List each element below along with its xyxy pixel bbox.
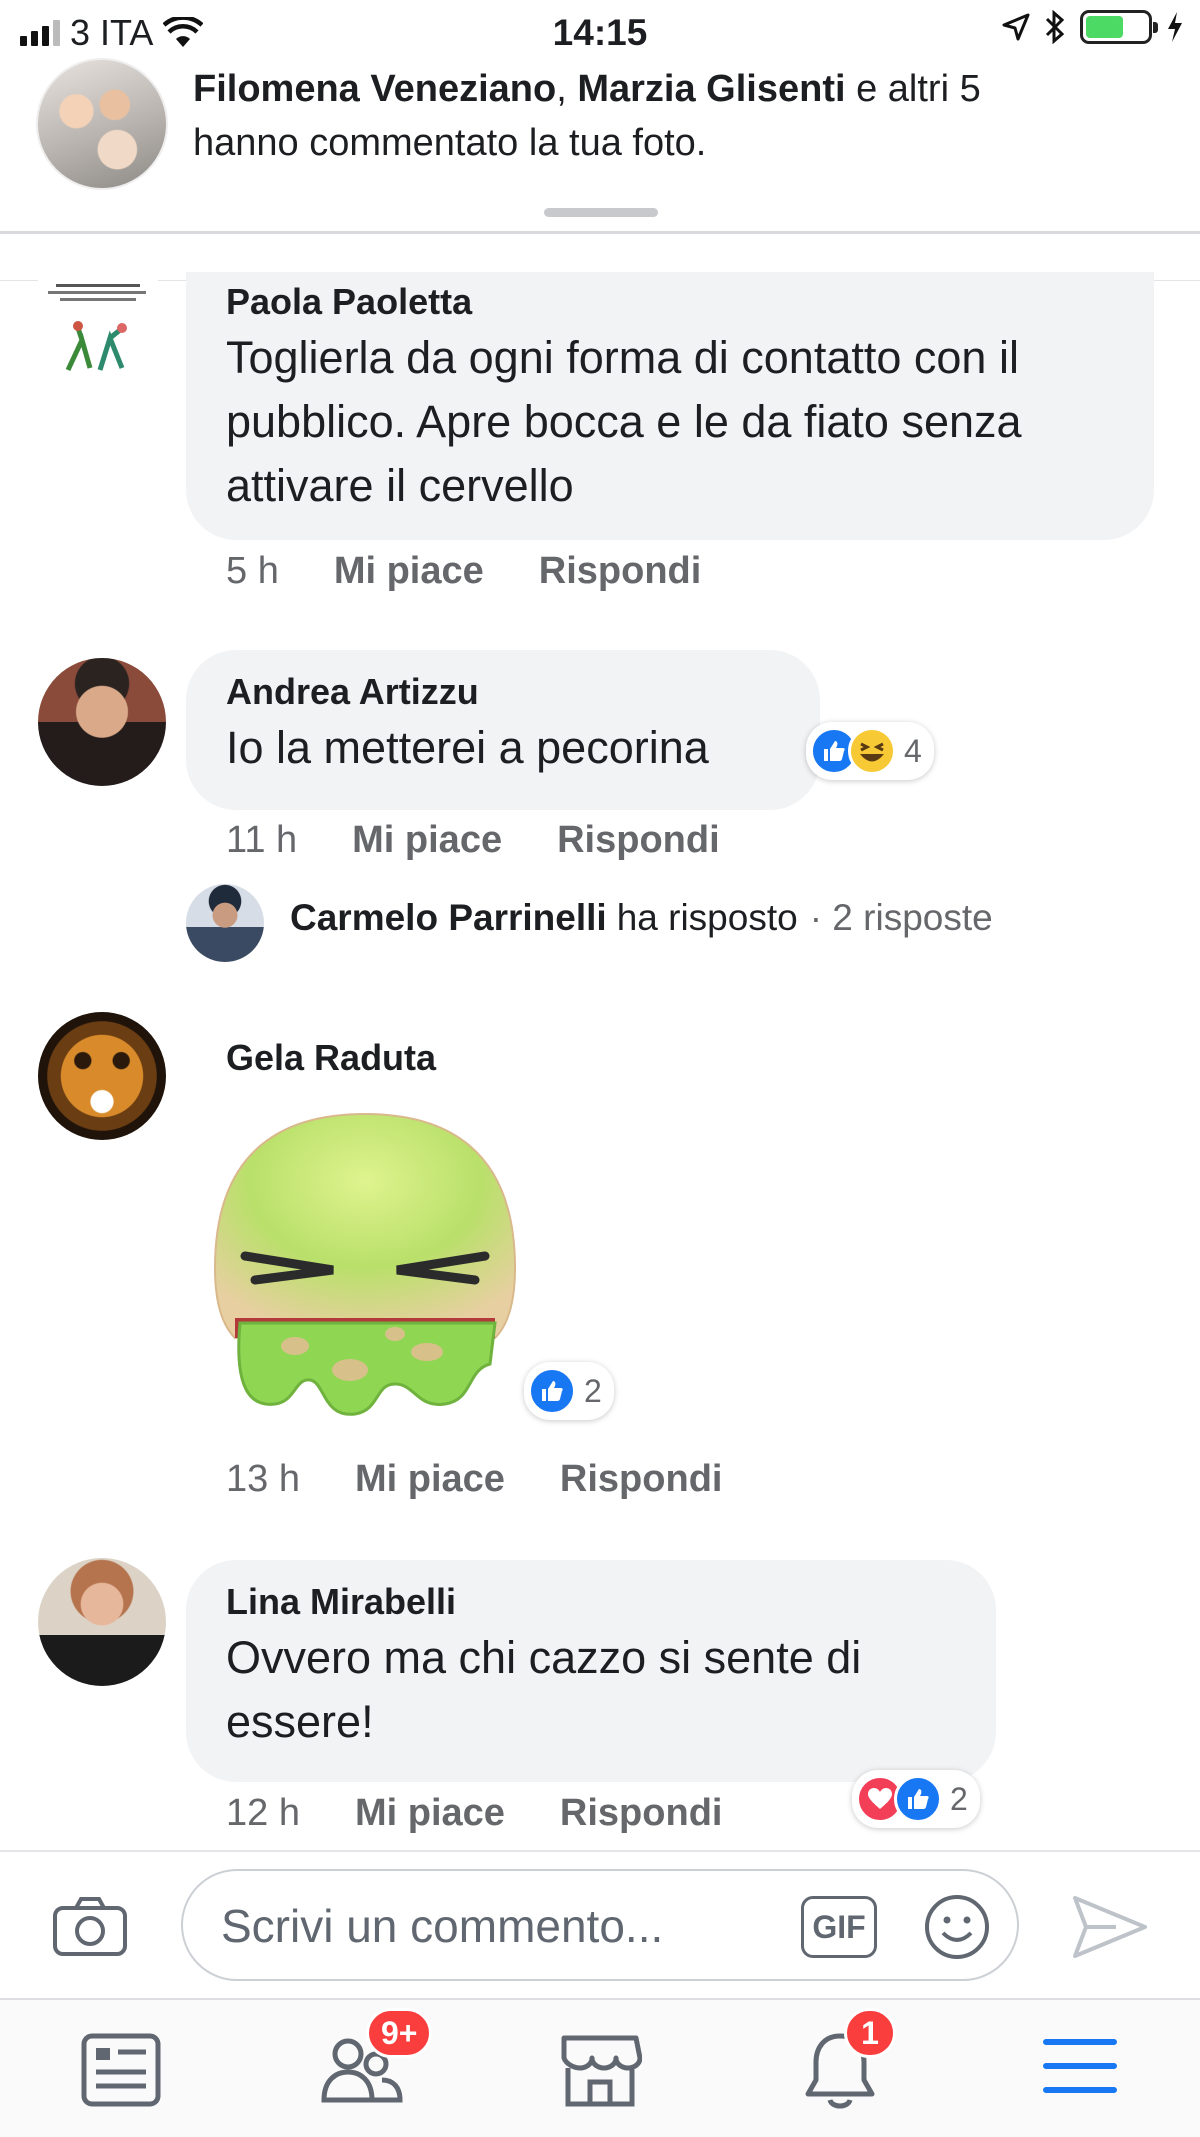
replies-summary-link[interactable]: Carmelo Parrinelli ha risposto · 2 rispo… — [290, 897, 993, 939]
comment-input[interactable] — [221, 1891, 761, 1961]
comment-actions: 13 h Mi piace Rispondi — [226, 1458, 777, 1501]
notification-name-2: Marzia Glisenti — [577, 68, 846, 110]
comment-actions: 12 h Mi piace Rispondi — [226, 1792, 777, 1835]
comment-input-box[interactable]: GIF — [181, 1869, 1019, 1981]
tab-news-feed[interactable] — [80, 2030, 170, 2120]
charging-bolt-icon — [1168, 12, 1182, 42]
cartoon-avatar-icon — [48, 284, 146, 372]
comment-actions: 11 h Mi piace Rispondi — [226, 819, 775, 862]
like-button[interactable]: Mi piace — [352, 819, 502, 862]
haha-reaction-icon — [848, 727, 896, 775]
reaction-count: 2 — [584, 1372, 602, 1409]
comment-author[interactable]: Gela Raduta — [226, 1036, 436, 1080]
notifications-badge: 1 — [844, 2008, 896, 2058]
camera-icon[interactable] — [52, 1895, 128, 1957]
status-right — [1002, 10, 1184, 44]
comment-author[interactable]: Paola Paoletta — [226, 280, 1114, 324]
tab-friend-requests[interactable]: 9+ — [318, 2008, 433, 2120]
menu-icon — [1043, 2039, 1117, 2093]
notification-separator: , — [556, 68, 578, 110]
reply-verb: ha risposto — [616, 897, 798, 938]
comment-time: 12 h — [226, 1792, 300, 1834]
tab-menu[interactable] — [1040, 2030, 1130, 2120]
comment-time: 13 h — [226, 1458, 300, 1500]
tab-notifications[interactable]: 1 — [804, 2008, 896, 2120]
comment-bubble-paola[interactable]: Paola Paoletta Toglierla da ogni forma d… — [186, 272, 1154, 540]
tab-marketplace[interactable] — [558, 2030, 648, 2120]
vomiting-face-sticker[interactable] — [205, 1108, 525, 1428]
battery-icon — [1080, 10, 1158, 44]
avatar-lina-mirabelli[interactable] — [38, 1558, 166, 1686]
like-reaction-icon — [894, 1775, 942, 1823]
reaction-summary[interactable]: 2 — [524, 1362, 614, 1420]
like-button[interactable]: Mi piace — [355, 1458, 505, 1501]
drag-handle[interactable] — [544, 208, 658, 217]
reaction-summary[interactable]: 2 — [852, 1770, 980, 1828]
bluetooth-icon — [1045, 10, 1065, 44]
comment-text: Toglierla da ogni forma di contatto con … — [226, 332, 1022, 511]
avatar-andrea-artizzu[interactable] — [38, 658, 166, 786]
comment-text: Ovvero ma chi cazzo si sente di essere! — [226, 1632, 862, 1747]
comment-notification-banner[interactable]: Filomena Veneziano, Marzia Glisenti e al… — [0, 48, 1200, 234]
reply-button[interactable]: Rispondi — [560, 1792, 723, 1835]
reply-button[interactable]: Rispondi — [539, 550, 702, 593]
send-icon[interactable] — [1072, 1894, 1148, 1960]
reply-button[interactable]: Rispondi — [557, 819, 720, 862]
comment-bubble-andrea[interactable]: Andrea Artizzu Io la metterei a pecorina — [186, 650, 820, 810]
comment-time: 5 h — [226, 550, 279, 592]
notification-suffix: e altri 5 — [845, 68, 981, 110]
friend-requests-badge: 9+ — [366, 2008, 433, 2058]
reaction-summary[interactable]: 4 — [806, 722, 934, 780]
location-arrow-icon — [1002, 13, 1030, 41]
comment-text: Io la metterei a pecorina — [226, 722, 709, 773]
notification-name-1: Filomena Veneziano — [193, 68, 557, 110]
avatar-carmelo-parrinelli[interactable] — [186, 884, 264, 962]
comment-actions: 5 h Mi piace Rispondi — [226, 550, 756, 593]
comment-author[interactable]: Andrea Artizzu — [226, 670, 780, 714]
avatar-gela-raduta[interactable] — [38, 1012, 166, 1140]
reaction-count: 4 — [904, 732, 922, 769]
reply-author: Carmelo Parrinelli — [290, 897, 607, 938]
notification-avatar — [36, 58, 168, 190]
reply-count: · 2 risposte — [809, 897, 993, 938]
comment-author[interactable]: Lina Mirabelli — [226, 1580, 956, 1624]
like-button[interactable]: Mi piace — [355, 1792, 505, 1835]
reply-button[interactable]: Rispondi — [560, 1458, 723, 1501]
reaction-count: 2 — [950, 1780, 968, 1817]
comment-bubble-lina[interactable]: Lina Mirabelli Ovvero ma chi cazzo si se… — [186, 1560, 996, 1782]
bottom-tab-bar: 9+ 1 — [0, 1998, 1200, 2137]
like-button[interactable]: Mi piace — [334, 550, 484, 593]
news-feed-icon — [81, 2033, 161, 2107]
emoji-icon[interactable] — [923, 1893, 991, 1961]
like-reaction-icon — [528, 1367, 576, 1415]
avatar-paola-paoletta[interactable] — [38, 280, 158, 400]
notification-line-2: hanno commentato la tua foto. — [193, 122, 707, 164]
comment-composer: GIF — [0, 1850, 1200, 1998]
notification-text: Filomena Veneziano, Marzia Glisenti e al… — [193, 62, 1153, 170]
gif-button[interactable]: GIF — [801, 1896, 877, 1958]
marketplace-icon — [561, 2035, 643, 2107]
comment-time: 11 h — [226, 819, 298, 861]
